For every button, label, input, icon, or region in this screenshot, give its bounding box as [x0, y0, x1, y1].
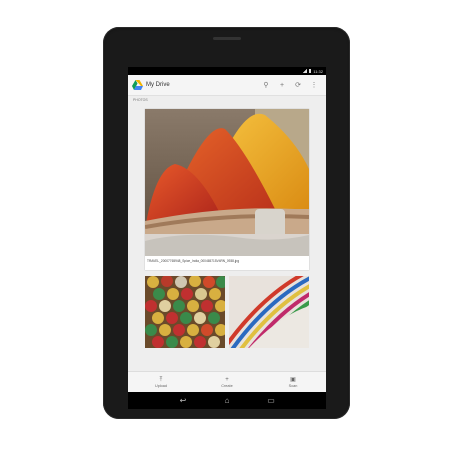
- signal-icon: [303, 69, 308, 73]
- recents-icon[interactable]: ▭: [264, 396, 278, 405]
- back-icon[interactable]: ↩: [176, 396, 190, 405]
- search-icon[interactable]: ⚲: [258, 78, 274, 92]
- bottom-action-bar: ⤒ Upload + Create ▣ Scan: [128, 371, 326, 392]
- battery-icon: [309, 69, 312, 73]
- add-icon[interactable]: +: [274, 78, 290, 92]
- scan-button[interactable]: ▣ Scan: [260, 372, 326, 392]
- device-screen: 11:32 My Drive ⚲ + ⟳ ⋮ PHOTOS TRAVEL_200…: [128, 67, 326, 409]
- create-icon: +: [225, 376, 229, 383]
- upload-button[interactable]: ⤒ Upload: [128, 372, 194, 392]
- system-nav-bar: ↩ ⌂ ▭: [128, 392, 326, 409]
- create-label: Create: [221, 383, 233, 388]
- refresh-icon[interactable]: ⟳: [290, 78, 306, 92]
- thumbnail-tins[interactable]: [145, 276, 225, 348]
- front-speaker: [213, 37, 241, 40]
- tablet-device: 11:32 My Drive ⚲ + ⟳ ⋮ PHOTOS TRAVEL_200…: [103, 27, 350, 419]
- upload-icon: ⤒: [159, 376, 163, 383]
- action-bar: My Drive ⚲ + ⟳ ⋮: [128, 75, 326, 96]
- photo-caption: TRAVEL_20007765948_Spice_India_000465715…: [147, 259, 240, 263]
- drive-logo-icon[interactable]: [132, 80, 143, 90]
- scan-label: Scan: [288, 383, 298, 388]
- breadcrumb[interactable]: PHOTOS: [128, 96, 326, 106]
- camera-icon: ▣: [290, 376, 296, 383]
- page-title: My Drive: [146, 82, 170, 88]
- thumbnail-beadwork[interactable]: [229, 276, 309, 348]
- file-card-main[interactable]: TRAVEL_20007765948_Spice_India_000465715…: [145, 109, 309, 270]
- home-icon[interactable]: ⌂: [220, 396, 234, 405]
- status-bar: 11:32: [128, 67, 326, 75]
- overflow-menu-icon[interactable]: ⋮: [306, 78, 322, 92]
- upload-label: Upload: [154, 383, 168, 388]
- spice-photo[interactable]: [145, 109, 309, 256]
- create-button[interactable]: + Create: [194, 372, 260, 392]
- status-time: 11:32: [313, 68, 323, 74]
